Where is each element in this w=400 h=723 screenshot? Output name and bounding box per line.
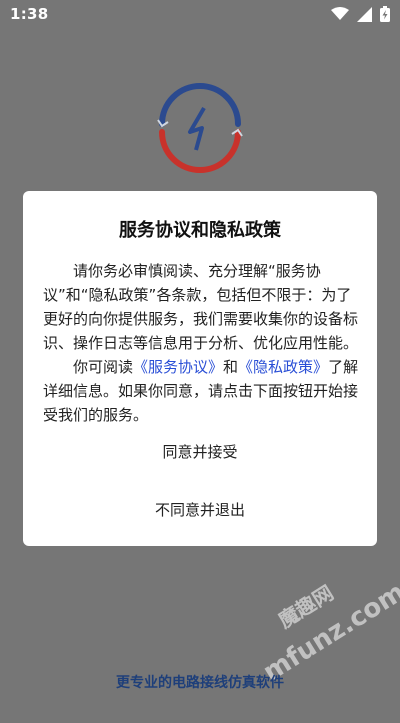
dialog-paragraph-2: 你可阅读《服务协议》和《隐私政策》了解详细信息。如果你同意，请点击下面按钮开始接… (43, 355, 359, 427)
wifi-icon (331, 7, 349, 20)
privacy-policy-link[interactable]: 《隐私政策》 (238, 358, 328, 376)
dialog-title: 服务协议和隐私政策 (119, 220, 281, 241)
service-agreement-link[interactable]: 《服务协议》 (133, 358, 223, 376)
watermark: 魔趣网 mfunz.com (238, 567, 400, 723)
app-logo (157, 83, 243, 173)
status-bar: 1:38 (0, 0, 400, 28)
dialog-paragraph-1: 请你务必审慎阅读、充分理解“服务协议”和“隐私政策”各条款，包括但不限于：为了更… (43, 262, 359, 352)
battery-charging-icon (380, 6, 390, 22)
decline-button[interactable]: 不同意并退出 (23, 495, 377, 524)
bottom-slogan: 更专业的电路接线仿真软件 (116, 675, 284, 691)
signal-icon (357, 6, 372, 22)
status-time: 1:38 (10, 5, 49, 23)
para2-and: 和 (223, 358, 239, 376)
accept-button[interactable]: 同意并接受 (23, 437, 377, 466)
status-icons (331, 6, 390, 22)
privacy-dialog: 服务协议和隐私政策 请你务必审慎阅读、充分理解“服务协议”和“隐私政策”各条款，… (23, 191, 377, 546)
para2-prefix: 你可阅读 (73, 358, 134, 376)
dialog-body: 请你务必审慎阅读、充分理解“服务协议”和“隐私政策”各条款，包括但不限于：为了更… (43, 259, 359, 427)
